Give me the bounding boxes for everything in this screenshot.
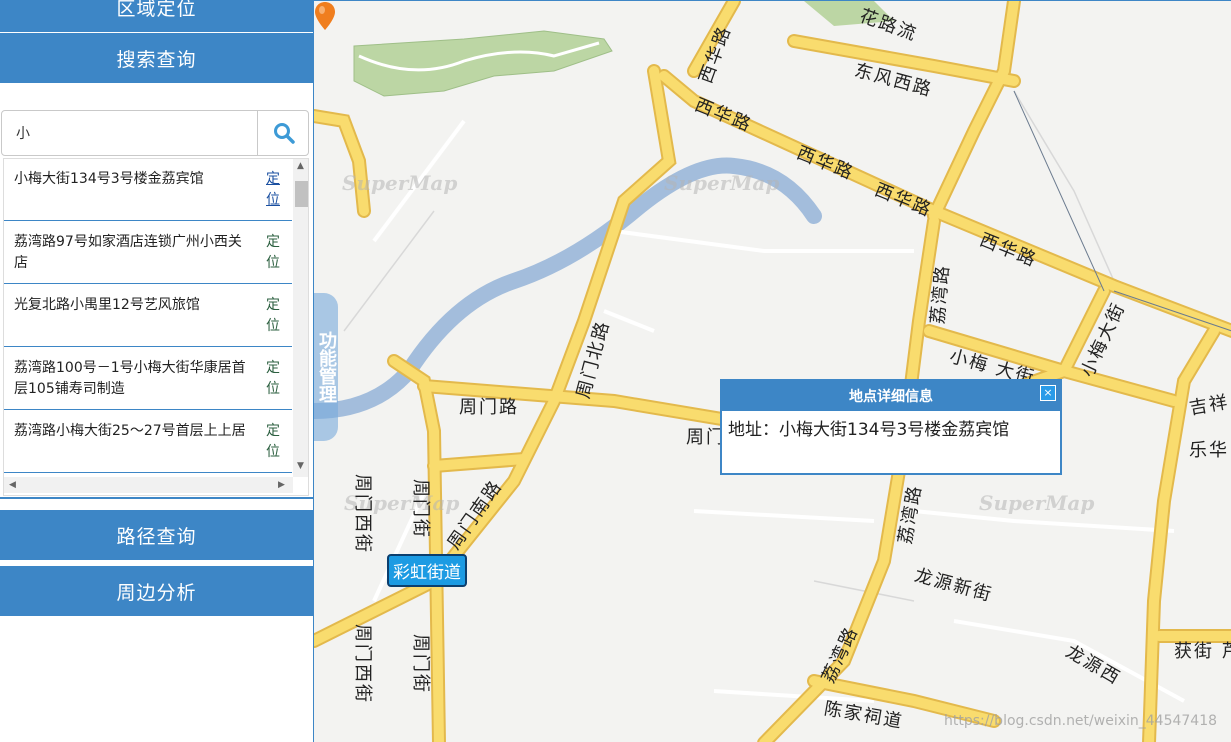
- location-marker-icon[interactable]: [314, 1, 336, 31]
- locate-link[interactable]: 定位: [266, 421, 286, 463]
- scroll-up-icon[interactable]: ▲: [297, 161, 304, 171]
- watermark: SuperMap: [979, 491, 1095, 515]
- sidebar: 区域定位 搜索查询 小梅大街134号3号楼金荔宾馆 定位 荔湾路97号如家酒店连…: [0, 0, 313, 742]
- watermark: SuperMap: [664, 171, 780, 195]
- list-item: 荔湾路97号如家酒店连锁广州小西关店 定位: [4, 222, 292, 284]
- scroll-down-icon[interactable]: ▼: [297, 461, 304, 471]
- result-name: 荔湾路小梅大街25～27号首层上上居: [14, 423, 246, 439]
- result-name: 荔湾路100号－1号小梅大街华康居首层105铺寿司制造: [14, 360, 246, 397]
- search-query-header[interactable]: 搜索查询: [0, 33, 313, 83]
- locate-link[interactable]: 定位: [266, 295, 286, 337]
- map-label: 周门街: [410, 634, 431, 694]
- popup-title: 地点详细信息: [722, 381, 1060, 411]
- scroll-right-icon[interactable]: ▶: [278, 480, 285, 490]
- search-icon: [273, 123, 295, 144]
- list-item: 小梅大街134号3号楼金荔宾馆 定位: [4, 159, 292, 221]
- scroll-left-icon[interactable]: ◀: [9, 480, 16, 490]
- map-label: 荔湾路: [927, 263, 954, 325]
- street-tag[interactable]: 彩虹街道: [387, 554, 467, 587]
- search-box: [1, 110, 309, 156]
- watermark: SuperMap: [342, 171, 458, 195]
- results-list: 小梅大街134号3号楼金荔宾馆 定位 荔湾路97号如家酒店连锁广州小西关店 定位…: [3, 158, 309, 496]
- vertical-scrollbar[interactable]: ▲ ▼: [293, 159, 308, 477]
- locate-link[interactable]: 定位: [266, 169, 286, 211]
- scroll-thumb[interactable]: [295, 181, 308, 207]
- result-name: 光复北路小禺里12号艺风旅馆: [14, 297, 200, 313]
- area-locate-header[interactable]: 区域定位: [0, 0, 313, 32]
- nearby-analysis-header[interactable]: 周边分析: [0, 566, 313, 616]
- list-item: 光复北路小禺里12号艺风旅馆 定位: [4, 285, 292, 347]
- map-label: 周门西街: [352, 474, 373, 554]
- list-item: 荔湾路小梅大街25～27号首层上上居 定位: [4, 411, 292, 473]
- map-label: 周门街: [410, 479, 431, 539]
- map-label: 乐华: [1189, 440, 1229, 461]
- divider: [0, 497, 313, 499]
- search-input[interactable]: [2, 111, 256, 155]
- popup-address: 地址：小梅大街134号3号楼金荔宾馆: [728, 420, 1010, 440]
- map-label: 周门路: [459, 397, 519, 418]
- info-popup: 地点详细信息 × 地址：小梅大街134号3号楼金荔宾馆: [720, 379, 1062, 475]
- map-view[interactable]: SuperMap SuperMap SuperMap SuperMap 花路流 …: [313, 0, 1231, 742]
- map-label: 获街 芦: [1174, 641, 1231, 662]
- close-icon[interactable]: ×: [1040, 385, 1056, 401]
- result-name: 小梅大街134号3号楼金荔宾馆: [14, 171, 204, 187]
- function-tab[interactable]: 功能管理: [314, 293, 338, 441]
- map-label: 周门西街: [352, 624, 373, 704]
- list-item: 荔湾路100号－1号小梅大街华康居首层105铺寿司制造 定位: [4, 348, 292, 410]
- horizontal-scrollbar[interactable]: ◀ ▶: [4, 477, 293, 493]
- route-query-header[interactable]: 路径查询: [0, 510, 313, 560]
- credit-text: https://blog.csdn.net/weixin_44547418: [944, 713, 1218, 729]
- locate-link[interactable]: 定位: [266, 358, 286, 400]
- search-button[interactable]: [257, 111, 309, 155]
- result-name: 荔湾路97号如家酒店连锁广州小西关店: [14, 234, 242, 271]
- locate-link[interactable]: 定位: [266, 232, 286, 274]
